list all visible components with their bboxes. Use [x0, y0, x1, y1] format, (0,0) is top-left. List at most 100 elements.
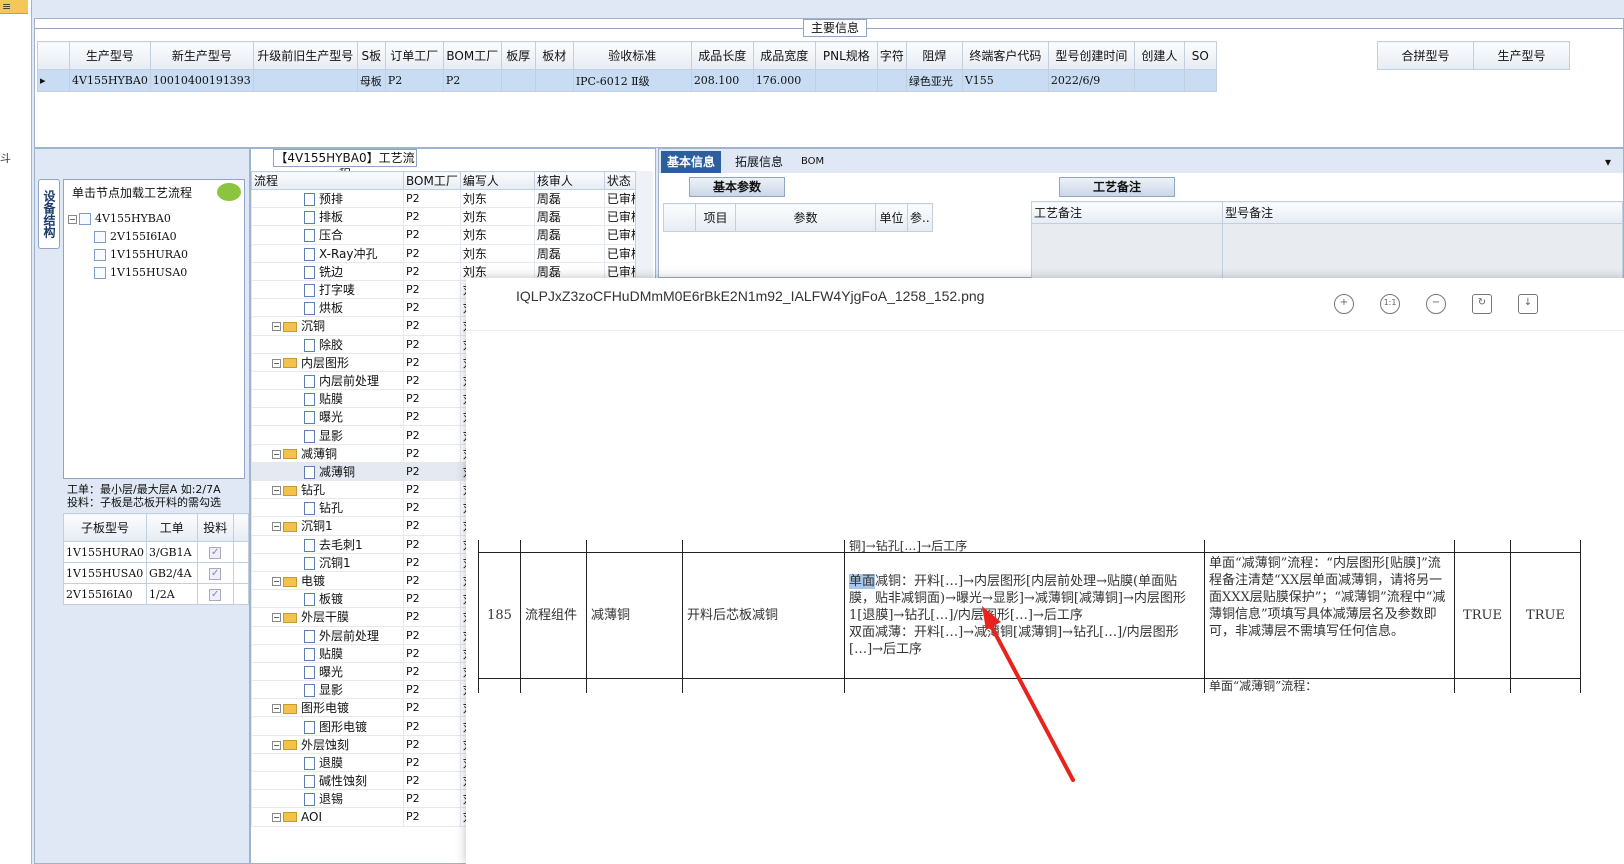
process-name-cell[interactable]: − 电镀: [251, 570, 404, 591]
process-name-cell[interactable]: 贴膜: [251, 389, 404, 409]
process-name-cell[interactable]: 退锡: [251, 789, 404, 809]
feed-checkbox-cell[interactable]: ✓: [196, 562, 234, 584]
process-row[interactable]: 排板 P2 刘东 周磊 已审核: [251, 207, 646, 227]
process-name-cell[interactable]: X-Ray冲孔: [251, 243, 404, 263]
tree-node-root[interactable]: −4V155HYBA0: [68, 212, 171, 225]
bom-factory-cell[interactable]: P2: [403, 389, 461, 409]
process-name-cell[interactable]: 碱性蚀刻: [251, 770, 404, 791]
column-header[interactable]: 成品宽度: [752, 41, 816, 70]
process-name-cell[interactable]: 图形电镀: [251, 716, 404, 736]
bom-factory-cell[interactable]: P2: [403, 461, 461, 482]
column-header[interactable]: 项目: [695, 203, 736, 232]
process-name-cell[interactable]: − 沉铜: [251, 316, 404, 336]
column-header[interactable]: 型号备注: [1222, 201, 1623, 224]
column-header[interactable]: SO: [1183, 41, 1217, 70]
column-header[interactable]: 核审人: [533, 171, 605, 190]
table-cell[interactable]: GB2/4A: [146, 562, 198, 584]
column-header[interactable]: 工单: [146, 513, 198, 542]
writer-cell[interactable]: 刘东: [459, 243, 535, 263]
table-cell[interactable]: 176.000: [752, 69, 816, 92]
bom-factory-cell[interactable]: P2: [403, 261, 461, 281]
column-header[interactable]: 合拼型号: [1377, 41, 1474, 70]
model-remark-cell[interactable]: [1222, 223, 1623, 284]
feed-checkbox-cell[interactable]: ✓: [196, 583, 234, 605]
reviewer-cell[interactable]: 周磊: [533, 225, 605, 245]
writer-cell[interactable]: 刘东: [459, 207, 535, 227]
process-name-cell[interactable]: 钻孔: [251, 498, 404, 518]
tab-basic-info[interactable]: 基本信息: [661, 151, 722, 173]
table-cell[interactable]: 3/GB1A: [146, 541, 198, 563]
feed-checkbox-cell[interactable]: ✓: [196, 541, 234, 563]
table-cell[interactable]: V155: [961, 69, 1049, 92]
process-name-cell[interactable]: 打字唛: [251, 279, 404, 300]
process-name-cell[interactable]: − 减薄铜: [251, 443, 404, 463]
structure-tree[interactable]: 单击节点加载工艺流程 −4V155HYBA0 2V155I6IA0 1V155H…: [63, 179, 245, 479]
bom-factory-cell[interactable]: P2: [403, 225, 461, 245]
table-cell[interactable]: 1V155HUSA0: [62, 562, 148, 584]
table-cell[interactable]: [876, 69, 907, 92]
column-header[interactable]: 创建人: [1133, 41, 1185, 70]
bom-factory-cell[interactable]: P2: [403, 498, 461, 518]
tree-node-child[interactable]: 1V155HUSA0: [94, 266, 187, 279]
table-cell[interactable]: 10010400191393: [149, 69, 254, 92]
table-cell[interactable]: [814, 69, 878, 92]
table-cell[interactable]: P2: [442, 69, 502, 92]
writer-cell[interactable]: 刘东: [459, 225, 535, 245]
bom-factory-cell[interactable]: P2: [403, 716, 461, 736]
process-name-cell[interactable]: − 外层干膜: [251, 607, 404, 627]
bom-factory-cell[interactable]: P2: [403, 298, 461, 318]
bom-factory-cell[interactable]: P2: [403, 279, 461, 300]
bom-factory-cell[interactable]: P2: [403, 243, 461, 263]
column-header[interactable]: 升级前旧生产型号: [252, 41, 358, 70]
column-header[interactable]: PNL规格: [814, 41, 878, 70]
chat-bubble-icon[interactable]: [217, 183, 241, 201]
column-header[interactable]: 子板型号: [62, 513, 148, 542]
process-name-cell[interactable]: 内层前处理: [251, 370, 404, 391]
collapse-icon[interactable]: −: [272, 522, 281, 532]
column-header[interactable]: 新生产型号: [149, 41, 254, 70]
collapse-icon[interactable]: −: [272, 812, 281, 822]
table-cell[interactable]: [534, 69, 574, 92]
tree-node-child[interactable]: 1V155HURA0: [94, 248, 188, 261]
column-header[interactable]: 验收标准: [572, 41, 692, 70]
column-header[interactable]: 型号创建时间: [1047, 41, 1135, 70]
column-header[interactable]: 投料: [196, 513, 234, 542]
table-cell[interactable]: [1183, 69, 1217, 92]
column-header[interactable]: 参数: [735, 203, 876, 232]
bom-factory-cell[interactable]: P2: [403, 188, 461, 209]
process-name-cell[interactable]: 预排: [251, 188, 404, 209]
bom-factory-cell[interactable]: P2: [403, 680, 461, 700]
process-name-cell[interactable]: 铣边: [251, 261, 404, 281]
column-header[interactable]: 参..: [907, 203, 933, 232]
bom-factory-cell[interactable]: P2: [403, 789, 461, 809]
process-row[interactable]: X-Ray冲孔 P2 刘东 周磊 已审核: [251, 243, 646, 263]
column-header[interactable]: 订单工厂: [384, 41, 444, 70]
table-cell[interactable]: P2: [384, 69, 444, 92]
reviewer-cell[interactable]: 周磊: [533, 207, 605, 227]
table-cell[interactable]: 1/2A: [146, 583, 198, 605]
bom-factory-cell[interactable]: P2: [403, 698, 461, 718]
tab-extended-info[interactable]: 拓展信息: [729, 151, 789, 173]
table-cell[interactable]: 1V155HURA0: [62, 541, 148, 563]
bom-factory-cell[interactable]: P2: [403, 661, 461, 682]
reviewer-cell[interactable]: 周磊: [533, 188, 605, 209]
bom-factory-cell[interactable]: P2: [403, 752, 461, 773]
process-name-cell[interactable]: 压合: [251, 225, 404, 245]
table-row[interactable]: 1V155HUSA0 GB2/4A ✓: [62, 562, 250, 584]
table-cell[interactable]: 2022/6/9: [1047, 69, 1135, 92]
table-row[interactable]: ▸ 4V155HYBA0 10010400191393 母板 P2 P2 IPC-6012 …: [37, 69, 1217, 92]
bom-factory-cell[interactable]: P2: [403, 316, 461, 336]
bom-factory-cell[interactable]: P2: [403, 207, 461, 227]
column-header[interactable]: 生产型号: [69, 41, 151, 70]
bom-factory-cell[interactable]: P2: [403, 479, 461, 500]
collapse-icon[interactable]: −: [68, 214, 77, 224]
process-name-cell[interactable]: 显影: [251, 425, 404, 445]
process-name-cell[interactable]: 外层前处理: [251, 625, 404, 645]
process-name-cell[interactable]: − 外层蚀刻: [251, 734, 404, 754]
feed-checkbox[interactable]: ✓: [209, 547, 222, 559]
params-grid[interactable]: 项目 参数 单位 参..: [663, 203, 933, 232]
column-header[interactable]: 生产型号: [1473, 41, 1570, 70]
bom-factory-cell[interactable]: P2: [403, 589, 461, 609]
table-row[interactable]: 1V155HURA0 3/GB1A ✓: [62, 541, 250, 563]
bom-factory-cell[interactable]: P2: [403, 352, 461, 372]
